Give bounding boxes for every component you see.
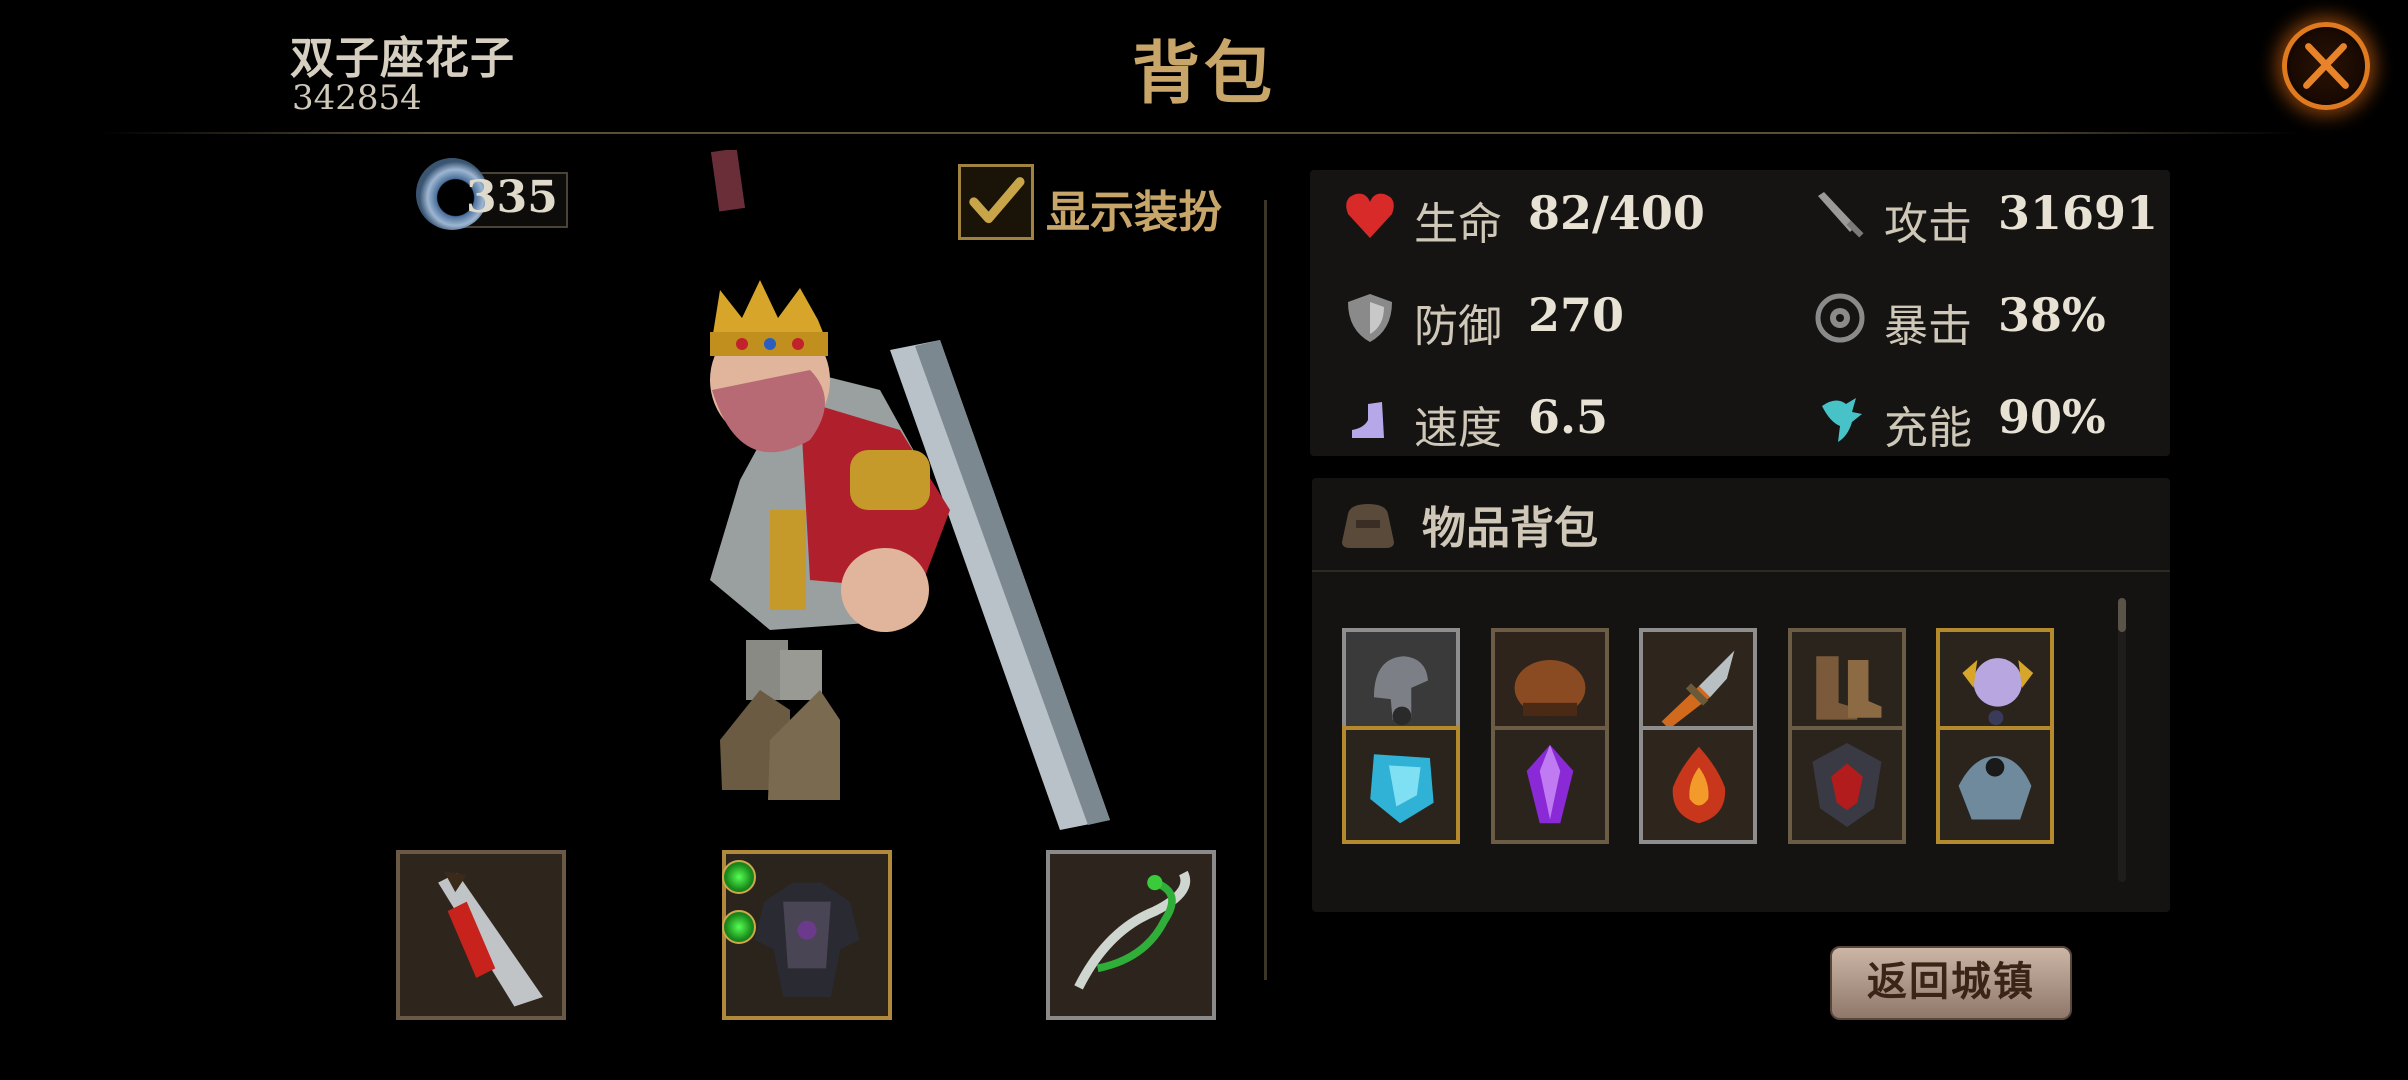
greatsword-icon	[400, 854, 562, 1016]
inventory-slot[interactable]	[1639, 726, 1757, 844]
stat-value: 82/400	[1528, 186, 1705, 240]
equipment-slot-armor[interactable]	[722, 850, 892, 1020]
stat-value: 270	[1528, 288, 1625, 342]
inventory-slot[interactable]	[1490, 726, 1609, 844]
currency-value: 335	[466, 172, 558, 223]
heart-icon	[1346, 193, 1394, 238]
gem-socket-1	[722, 860, 756, 894]
inventory-slot[interactable]	[1342, 726, 1460, 844]
stat-label: 生命	[1414, 199, 1502, 250]
page-title: 背包	[1131, 34, 1276, 114]
inventory-slot[interactable]	[1936, 726, 2054, 844]
equipment-slot-weapon[interactable]	[396, 850, 566, 1020]
gem-socket-2	[722, 910, 756, 944]
character-model[interactable]	[650, 148, 1130, 830]
sword-icon	[1818, 192, 1864, 238]
stat-label: 速度	[1414, 403, 1502, 454]
serpent-bow-icon	[1050, 854, 1212, 1016]
energy-icon	[1822, 398, 1862, 442]
header-divider	[100, 132, 2300, 134]
fire-gem-icon	[1643, 730, 1753, 840]
stat-label: 暴击	[1884, 301, 1972, 352]
purple-gem-icon	[1494, 730, 1605, 840]
inventory-slot[interactable]	[1787, 726, 1906, 844]
close-icon	[2303, 43, 2349, 89]
stat-value: 90%	[1998, 390, 2106, 444]
boot-icon	[1352, 402, 1384, 438]
shoulder-armor-icon	[1940, 730, 2050, 840]
stat-value: 38%	[1998, 288, 2106, 342]
return-to-town-button[interactable]: 返回城镇	[1830, 946, 2072, 1020]
crit-icon	[1815, 293, 1865, 343]
inventory-header: 物品背包	[1312, 478, 2170, 572]
blue-crystal-icon	[1346, 730, 1456, 840]
equipment-slot-accessory[interactable]	[1046, 850, 1216, 1020]
stat-label: 防御	[1414, 301, 1502, 352]
stat-value: 6.5	[1528, 390, 1609, 444]
shield-icon	[1348, 294, 1392, 342]
stat-label: 攻击	[1884, 199, 1972, 250]
scrollbar-thumb[interactable]	[2118, 598, 2126, 632]
stats-panel: 生命 82/400 攻击 31691 防御 270 暴击 38% 速度 6.5	[1310, 170, 2170, 456]
inventory-panel: 物品背包	[1312, 478, 2170, 912]
demon-shield-icon	[1791, 730, 1902, 840]
bag-icon	[1342, 504, 1394, 548]
stat-label: 充能	[1884, 403, 1972, 454]
inventory-title: 物品背包	[1422, 503, 1598, 554]
stat-value: 31691	[1998, 186, 2159, 240]
close-button[interactable]	[2282, 22, 2370, 110]
inventory-scrollbar[interactable]	[2118, 598, 2126, 882]
panel-divider	[1264, 200, 1267, 980]
